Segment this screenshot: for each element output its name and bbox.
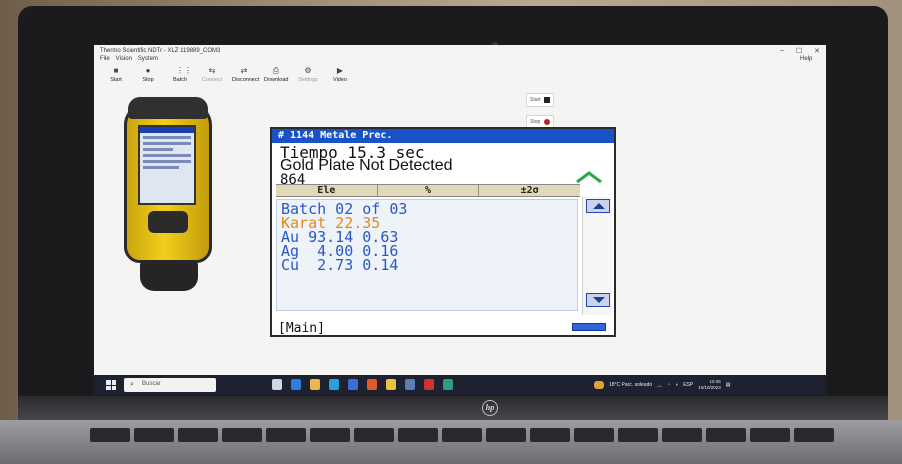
notification-icon[interactable]: ▤	[726, 382, 731, 388]
settings-label: Settings	[298, 77, 318, 83]
menu-bar: File Vision System Help	[100, 56, 812, 62]
start-button[interactable]: ■ Start	[104, 66, 128, 84]
windows-start-icon[interactable]	[106, 380, 116, 390]
col-error[interactable]: ±2σ	[479, 185, 580, 196]
file-explorer-icon[interactable]	[310, 379, 320, 390]
status-line: Gold Plate Not Detected	[280, 157, 453, 174]
chrome-icon[interactable]	[386, 379, 396, 390]
stop-circle-icon	[544, 119, 550, 125]
taskbar: ⌕ Buscar 18°C Parc. soleado ︿ ◔ ◖ ESP 10…	[94, 375, 826, 395]
scroll-up-button[interactable]	[586, 199, 610, 213]
keyboard-icon[interactable]	[572, 323, 606, 331]
connect-button[interactable]: ⇆ Connect	[200, 66, 224, 84]
window-title: Thermo Scientific NDTr - XLZ 119889_COM3	[100, 48, 221, 54]
edge-icon[interactable]	[329, 379, 339, 390]
video-button[interactable]: ▶ Video	[328, 66, 352, 84]
download-icon: ⎙	[272, 66, 280, 75]
minimize-button[interactable]: –	[780, 47, 784, 55]
clock-date: 10/10/2023	[698, 385, 721, 390]
wifi-icon[interactable]: ◔	[667, 382, 670, 388]
menu-file[interactable]: File	[100, 56, 110, 62]
task-view-icon[interactable]	[272, 379, 282, 390]
video-label: Video	[333, 77, 347, 83]
side-start-label: Start	[530, 97, 541, 103]
menu-vision[interactable]: Vision	[116, 56, 132, 62]
chevron-up-icon[interactable]	[574, 169, 604, 185]
system-tray: 18°C Parc. soleado ︿ ◔ ◖ ESP 10:35 10/10…	[594, 378, 731, 392]
menu-help[interactable]: Help	[800, 56, 812, 62]
device-keypad	[148, 211, 188, 233]
weather-text[interactable]: 18°C Parc. soleado	[609, 382, 652, 388]
taskbar-search[interactable]: ⌕ Buscar	[124, 378, 216, 392]
active-app-icon[interactable]	[443, 379, 453, 390]
keyboard-keys	[90, 428, 850, 464]
search-icon: ⌕	[130, 381, 134, 388]
col-element[interactable]: Ele	[276, 185, 378, 196]
laptop-hinge	[18, 396, 888, 420]
start-square-icon	[544, 97, 550, 103]
connect-label: Connect	[201, 77, 223, 83]
taskbar-apps	[272, 379, 453, 390]
batch-label: Batch	[172, 77, 188, 83]
disconnect-icon: ⇄	[240, 66, 248, 75]
laptop-screen: Thermo Scientific NDTr - XLZ 119889_COM3…	[94, 45, 826, 395]
stop-label: Stop	[142, 77, 154, 83]
readout-title: # 1144 Metale Prec.	[272, 129, 614, 143]
download-label: Download	[264, 77, 289, 83]
scroll-down-button[interactable]	[586, 293, 610, 307]
maximize-button[interactable]: ☐	[796, 47, 802, 55]
batch-button[interactable]: ⋮⋮ Batch	[168, 66, 192, 84]
app-window-icon[interactable]	[405, 379, 415, 390]
batch-icon: ⋮⋮	[176, 66, 192, 75]
office-icon[interactable]	[367, 379, 377, 390]
stop-button[interactable]: ● Stop	[136, 66, 160, 84]
hp-logo: hp	[482, 400, 498, 416]
disconnect-label: Disconnect	[232, 77, 260, 83]
column-header: Ele % ±2σ	[276, 184, 580, 197]
menu-system[interactable]: System	[138, 56, 158, 62]
col-percent[interactable]: %	[378, 185, 480, 196]
side-start-button[interactable]: Start	[526, 93, 554, 107]
weather-icon	[594, 381, 604, 389]
video-icon: ▶	[336, 66, 344, 75]
settings-icon: ⚙	[304, 66, 312, 75]
element-row-cu: Cu 2.73 0.14	[281, 256, 399, 274]
side-stop-label: Stop	[530, 119, 541, 125]
stop-icon: ●	[145, 66, 151, 75]
results-scrollbar[interactable]	[582, 197, 612, 315]
results-list: Batch 02 of 03 Karat 22.35 Au 93.14 0.63…	[276, 199, 578, 311]
download-button[interactable]: ⎙ Download	[264, 66, 289, 84]
close-button[interactable]: ✕	[814, 47, 820, 55]
volume-icon[interactable]: ◖	[675, 382, 678, 388]
start-icon: ■	[113, 66, 119, 75]
connect-icon: ⇆	[208, 66, 216, 75]
settings-button[interactable]: ⚙ Settings	[296, 66, 320, 84]
device-top	[128, 97, 208, 119]
device-base	[140, 261, 198, 291]
disconnect-button[interactable]: ⇄ Disconnect	[232, 66, 260, 84]
store-icon[interactable]	[348, 379, 358, 390]
clock[interactable]: 10:35 10/10/2023	[698, 379, 721, 391]
office-app-icon[interactable]	[424, 379, 434, 390]
analyzer-readout-panel: # 1144 Metale Prec. Tiempo 15.3 sec Gold…	[270, 127, 616, 337]
main-menu-softkey[interactable]: [Main]	[278, 321, 325, 335]
start-label: Start	[110, 77, 122, 83]
tray-chevron-icon[interactable]: ︿	[657, 382, 662, 389]
analyzer-device-image	[114, 97, 224, 293]
toolbar: ■ Start ● Stop ⋮⋮ Batch ⇆ Connect ⇄ Disc…	[104, 66, 352, 84]
app-icon[interactable]	[291, 379, 301, 390]
search-placeholder: Buscar	[142, 381, 161, 387]
device-screen	[138, 125, 196, 205]
window-controls: – ☐ ✕	[780, 47, 820, 55]
language-indicator[interactable]: ESP	[683, 382, 693, 388]
